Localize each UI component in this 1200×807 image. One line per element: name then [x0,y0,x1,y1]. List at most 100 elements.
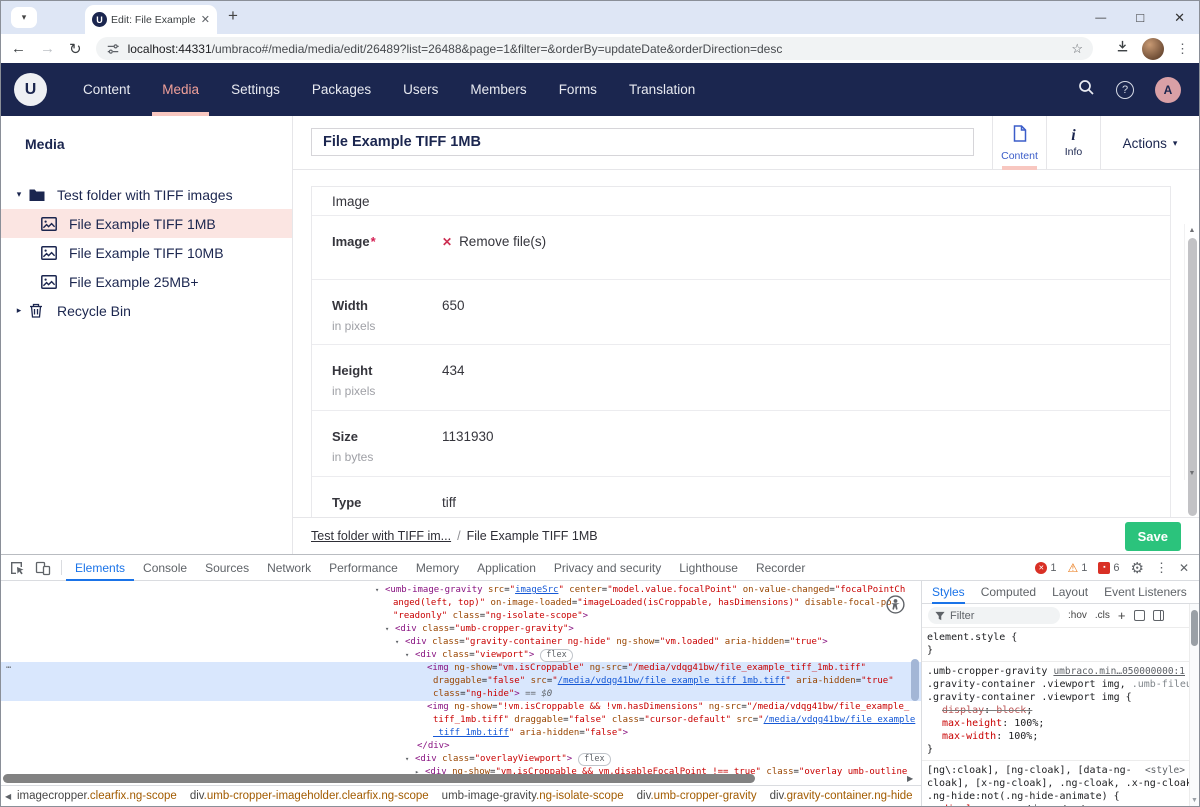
user-avatar[interactable]: A [1155,77,1181,103]
code-line[interactable]: class="ng-hide"> == $0 [1,688,921,701]
bookmark-star-icon[interactable]: ☆ [1071,41,1083,57]
tree-item[interactable]: File Example TIFF 10MB [1,238,292,267]
devtools-tab-memory[interactable]: Memory [407,555,468,581]
nav-item-translation[interactable]: Translation [613,63,711,116]
expand-open-icon[interactable]: ▾ [405,649,415,662]
dom-crumb[interactable]: div.umb-cropper-gravity [637,790,757,802]
toggle-cls[interactable]: .cls [1095,610,1110,621]
dom-crumb[interactable]: imagecropper.clearfix.ng-scope [17,790,177,802]
code-line[interactable]: ▾<div class="gravity-container ng-hide" … [1,636,921,649]
address-bar[interactable]: localhost:44331/umbraco#/media/media/edi… [96,37,1093,60]
devtools-tab-sources[interactable]: Sources [196,555,258,581]
nav-item-forms[interactable]: Forms [543,63,613,116]
maximize-icon[interactable]: □ [1136,10,1144,25]
new-tab-button[interactable]: + [228,6,238,26]
code-line[interactable]: ▾<div class="umb-cropper-gravity"> [1,623,921,636]
devtools-tab-recorder[interactable]: Recorder [747,555,814,581]
browser-menu-icon[interactable]: ⋮ [1176,41,1189,57]
accessibility-person-icon[interactable] [886,595,905,619]
expand-open-icon[interactable]: ▾ [385,623,395,636]
code-line[interactable]: draggable="false" src="/media/vdqg41bw/f… [1,675,921,688]
device-toolbar-icon[interactable] [35,560,51,576]
browser-tab[interactable]: U Edit: File Example TIFF 1MB - M ✕ [85,5,217,34]
devtools-close-icon[interactable]: ✕ [1179,561,1189,575]
code-line[interactable]: ▾<umb-image-gravity src="imageSrc" cente… [1,584,921,597]
dom-crumb[interactable]: div.gravity-container.ng-hide [770,790,913,802]
code-line[interactable]: ⋯<img ng-show="vm.isCroppable" ng-src="/… [1,662,921,675]
scroll-right-icon[interactable]: ▶ [907,774,913,783]
css-property[interactable]: display: none !important; [942,803,1185,806]
code-line[interactable]: _tiff_1mb.tiff" aria-hidden="false"> [1,727,921,740]
remove-files-link[interactable]: ✕Remove file(s) [442,234,546,249]
nav-item-packages[interactable]: Packages [296,63,387,116]
tree-item[interactable]: File Example TIFF 1MB [1,209,292,238]
dom-crumb[interactable]: umb-image-gravity.ng-isolate-scope [442,790,624,802]
issues-badge[interactable]: ▪6 [1098,562,1119,574]
scroll-down-icon[interactable]: ▼ [1185,470,1199,477]
css-property[interactable]: max-width: 100%; [942,730,1185,743]
code-line[interactable]: anged(left, top)" on-image-loaded="image… [1,597,921,610]
code-line[interactable]: tiff_1mb.tiff" draggable="false" class="… [1,714,921,727]
download-icon[interactable] [1115,39,1130,59]
close-icon[interactable]: ✕ [1174,10,1185,26]
actions-dropdown[interactable]: Actions ▾ [1100,116,1199,170]
help-icon[interactable]: ? [1116,81,1134,99]
nav-item-members[interactable]: Members [454,63,542,116]
styles-scrollbar[interactable]: ▼ [1189,604,1199,806]
console-warnings-badge[interactable]: ⚠1 [1067,562,1087,574]
devtools-tab-console[interactable]: Console [134,555,196,581]
nav-item-settings[interactable]: Settings [215,63,296,116]
editor-tab-info[interactable]: iInfo [1046,116,1100,170]
code-line[interactable]: ▾<div class="viewport">flex [1,649,921,662]
gear-icon[interactable]: ⚙ [1130,559,1143,577]
code-line[interactable]: "readonly" class="ng-isolate-scope"> [1,610,921,623]
scroll-up-icon[interactable]: ▲ [1185,227,1199,234]
tree-item[interactable]: File Example 25MB+ [1,267,292,296]
scroll-down-icon[interactable]: ▼ [1190,797,1199,804]
expand-open-icon[interactable]: ▾ [395,636,405,649]
editor-tab-content[interactable]: Content [992,116,1046,170]
css-property[interactable]: display: block; [942,704,1185,717]
css-property[interactable]: max-height: 100%; [942,717,1185,730]
tree-item[interactable]: ▸Recycle Bin [1,296,292,325]
umbraco-logo[interactable]: U [14,73,47,106]
tab-search-button[interactable]: ▾ [11,7,37,28]
rule-source-link[interactable]: <style> [1145,764,1185,777]
elements-horizontal-scrollbar[interactable] [1,774,903,783]
code-line[interactable]: <img ng-show="!vm.isCroppable && !vm.has… [1,701,921,714]
flex-badge[interactable]: flex [578,753,610,766]
tree-item[interactable]: ▾Test folder with TIFF images [1,180,292,209]
nav-item-users[interactable]: Users [387,63,454,116]
console-errors-badge[interactable]: ✕1 [1035,562,1056,574]
nav-item-media[interactable]: Media [146,63,215,116]
more-actions-icon[interactable]: ⋯ [6,662,10,675]
nav-item-content[interactable]: Content [67,63,146,116]
media-name-input[interactable] [311,128,974,156]
search-icon[interactable] [1078,79,1095,101]
browser-profile-avatar[interactable] [1142,38,1164,60]
code-line[interactable]: </div> [1,740,921,753]
scrollbar-thumb[interactable] [3,774,755,783]
content-scrollbar[interactable]: ▲ ▼ [1184,224,1199,480]
styles-tab-event-listeners[interactable]: Event Listeners [1104,581,1187,604]
styles-tab-styles[interactable]: Styles [932,581,965,604]
devtools-tab-performance[interactable]: Performance [320,555,407,581]
tree-caret-icon[interactable]: ▾ [11,189,27,200]
expand-open-icon[interactable]: ▾ [405,753,415,766]
flex-badge[interactable]: flex [540,649,572,662]
forward-icon[interactable]: → [40,40,55,57]
save-button[interactable]: Save [1125,522,1181,551]
devtools-tab-application[interactable]: Application [468,555,545,581]
devtools-tab-elements[interactable]: Elements [66,555,134,581]
code-line[interactable]: ▾<div class="overlayViewport">flex [1,753,921,766]
inspect-element-icon[interactable] [9,560,25,576]
rule-source-link[interactable]: umbraco.min…050000000:1 [1053,665,1185,678]
styles-filter-input[interactable]: Filter [928,607,1060,624]
new-style-rule-icon[interactable]: + [1118,608,1126,623]
toggle-hov[interactable]: :hov [1068,610,1087,621]
devtools-tab-network[interactable]: Network [258,555,320,581]
devtools-menu-icon[interactable]: ⋮ [1155,560,1168,576]
breadcrumb-parent-link[interactable]: Test folder with TIFF im... [311,529,451,543]
panel-layout-icon[interactable] [1153,610,1164,621]
dom-crumb[interactable]: div.umb-cropper-imageholder.clearfix.ng-… [190,790,429,802]
